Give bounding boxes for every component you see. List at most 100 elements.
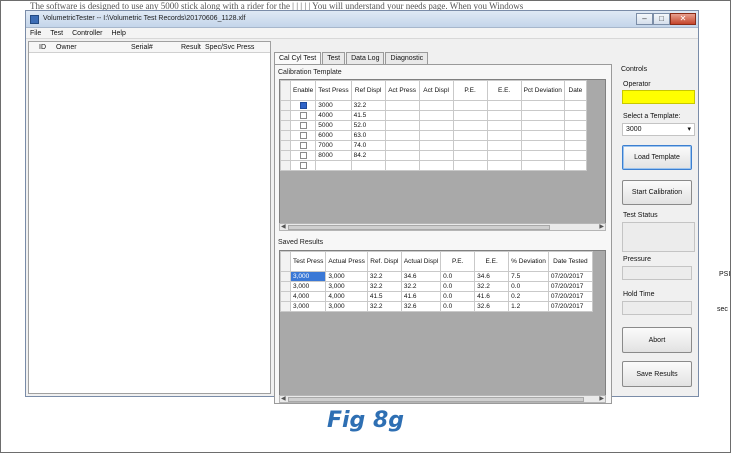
empty-cell[interactable] [563, 160, 587, 171]
row-header[interactable] [280, 120, 291, 131]
empty-cell[interactable] [384, 140, 420, 151]
ref-displ-cell[interactable]: 32.2 [366, 301, 402, 312]
ref-displ-cell[interactable]: 32.2 [366, 271, 402, 282]
scroll-left-icon[interactable]: ◀ [281, 395, 286, 402]
empty-cell[interactable] [563, 110, 587, 121]
test-press-cell[interactable]: 8000 [315, 150, 352, 161]
test-press-cell[interactable]: 3,000 [289, 301, 327, 312]
calibration-row[interactable]: 3000 32.2 [280, 100, 587, 111]
saved-result-row[interactable]: 3,000 3,000 32.2 32.2 0.0 32.2 0.0 07/20/2017 [280, 281, 593, 292]
actual-displ-cell[interactable]: 34.6 [400, 271, 442, 282]
date-tested-cell[interactable]: 07/20/2017 [547, 301, 593, 312]
tab-diagnostic[interactable]: Diagnostic [385, 52, 429, 64]
col-owner[interactable]: Owner [56, 44, 77, 51]
actual-press-cell[interactable]: 3,000 [325, 301, 368, 312]
empty-cell[interactable] [486, 110, 522, 121]
test-press-cell[interactable]: 5000 [315, 120, 352, 131]
empty-cell[interactable] [418, 150, 454, 161]
abort-button[interactable]: Abort [622, 327, 692, 353]
menu-test[interactable]: Test [50, 30, 63, 37]
enable-cell[interactable] [289, 110, 317, 121]
row-header[interactable] [280, 140, 291, 151]
menu-controller[interactable]: Controller [72, 30, 102, 37]
empty-cell[interactable] [486, 150, 522, 161]
calibration-row[interactable]: 7000 74.0 [280, 140, 587, 151]
pct-deviation-cell[interactable]: 7.5 [508, 271, 549, 282]
pe-cell[interactable]: 0.0 [440, 281, 476, 292]
save-results-button[interactable]: Save Results [622, 361, 692, 387]
col-result[interactable]: Result [181, 44, 201, 51]
ref-displ-cell[interactable]: 74.0 [350, 140, 386, 151]
row-header[interactable] [280, 130, 291, 141]
scroll-right-icon[interactable]: ▶ [599, 395, 604, 402]
saved-result-row[interactable]: 4,000 4,000 41.5 41.6 0.0 41.6 0.2 07/20/2017 [280, 291, 593, 302]
enable-cell[interactable] [289, 150, 317, 161]
col-serial[interactable]: Serial# [131, 44, 153, 51]
row-header[interactable] [280, 110, 291, 121]
enable-checkbox[interactable] [299, 151, 307, 159]
ee-cell[interactable]: 32.6 [474, 301, 510, 312]
menu-help[interactable]: Help [111, 30, 125, 37]
col-id[interactable]: ID [39, 44, 46, 51]
pct-deviation-cell[interactable]: 0.0 [508, 281, 549, 292]
pe-cell[interactable]: 0.0 [440, 291, 476, 302]
empty-cell[interactable] [452, 110, 488, 121]
empty-cell[interactable] [520, 130, 565, 141]
ref-displ-cell[interactable] [350, 160, 386, 171]
enable-cell[interactable] [289, 140, 317, 151]
scroll-right-icon[interactable]: ▶ [599, 223, 604, 230]
saved-results-grid[interactable]: Test Press Actual Press Ref. Displ Actua… [279, 250, 606, 397]
empty-cell[interactable] [486, 120, 522, 131]
test-press-cell[interactable]: 3000 [315, 100, 352, 111]
empty-cell[interactable] [563, 130, 587, 141]
row-header[interactable] [280, 160, 291, 171]
date-tested-cell[interactable]: 07/20/2017 [547, 271, 593, 282]
empty-cell[interactable] [418, 120, 454, 131]
calibration-row[interactable] [280, 160, 587, 171]
empty-cell[interactable] [418, 130, 454, 141]
close-button[interactable]: ✕ [670, 13, 696, 25]
empty-cell[interactable] [418, 110, 454, 121]
empty-cell[interactable] [452, 100, 488, 111]
calibration-hscrollbar[interactable]: ◀ ▶ [279, 223, 606, 231]
empty-cell[interactable] [520, 140, 565, 151]
empty-cell[interactable] [520, 160, 565, 171]
enable-checkbox[interactable] [299, 161, 307, 169]
enable-checkbox[interactable] [299, 101, 307, 109]
actual-displ-cell[interactable]: 41.6 [400, 291, 442, 302]
empty-cell[interactable] [486, 140, 522, 151]
minimize-button[interactable]: – [636, 13, 653, 25]
unit-list-panel[interactable]: ID Owner Serial# Result Spec/Svc Press [28, 41, 271, 394]
enable-checkbox[interactable] [299, 111, 307, 119]
test-press-cell[interactable] [315, 160, 352, 171]
actual-displ-cell[interactable]: 32.2 [400, 281, 442, 292]
empty-cell[interactable] [384, 100, 420, 111]
test-press-cell[interactable]: 4000 [315, 110, 352, 121]
empty-cell[interactable] [384, 110, 420, 121]
row-header[interactable] [280, 271, 291, 282]
test-press-cell[interactable]: 6000 [315, 130, 352, 141]
actual-press-cell[interactable]: 3,000 [325, 271, 368, 282]
empty-cell[interactable] [486, 100, 522, 111]
actual-press-cell[interactable]: 4,000 [325, 291, 368, 302]
test-press-cell[interactable]: 4,000 [289, 291, 327, 302]
empty-cell[interactable] [452, 150, 488, 161]
actual-press-cell[interactable]: 3,000 [325, 281, 368, 292]
empty-cell[interactable] [452, 160, 488, 171]
ee-cell[interactable]: 34.6 [474, 271, 510, 282]
empty-cell[interactable] [384, 120, 420, 131]
empty-cell[interactable] [384, 130, 420, 141]
date-tested-cell[interactable]: 07/20/2017 [547, 281, 593, 292]
scroll-thumb[interactable] [288, 225, 550, 230]
load-template-button[interactable]: Load Template [622, 145, 692, 170]
test-press-cell[interactable]: 7000 [315, 140, 352, 151]
actual-displ-cell[interactable]: 32.6 [400, 301, 442, 312]
ee-cell[interactable]: 32.2 [474, 281, 510, 292]
pct-deviation-cell[interactable]: 0.2 [508, 291, 549, 302]
date-tested-cell[interactable]: 07/20/2017 [547, 291, 593, 302]
saved-result-row[interactable]: 3,000 3,000 32.2 34.6 0.0 34.6 7.5 07/20/2017 [280, 271, 593, 282]
tab-data-log[interactable]: Data Log [346, 52, 385, 64]
pe-cell[interactable]: 0.0 [440, 301, 476, 312]
enable-cell[interactable] [289, 130, 317, 141]
empty-cell[interactable] [418, 100, 454, 111]
